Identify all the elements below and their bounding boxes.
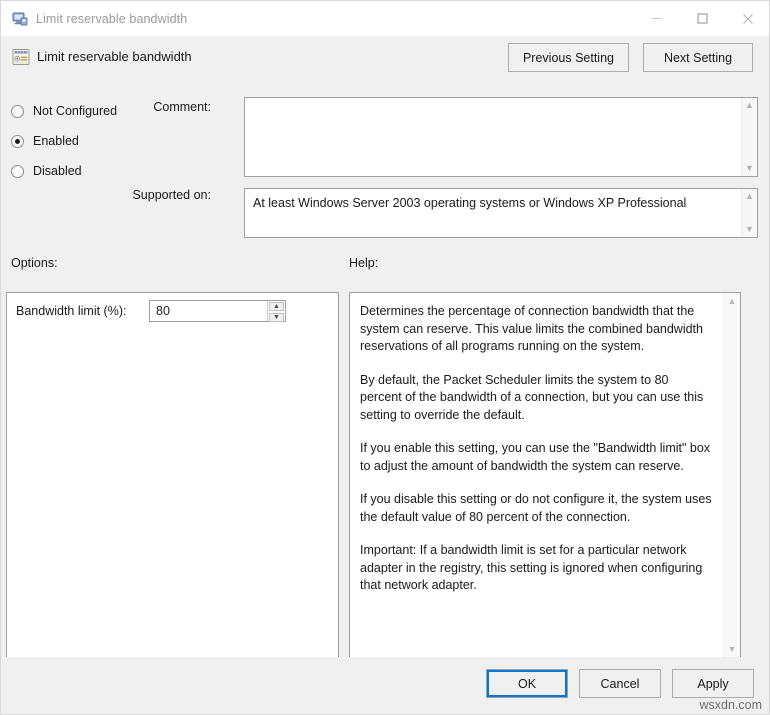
spin-down-icon[interactable]: ▼ <box>269 313 284 322</box>
scroll-up-icon[interactable]: ▲ <box>728 297 737 306</box>
next-setting-button[interactable]: Next Setting <box>643 43 753 72</box>
help-text-content: Determines the percentage of connection … <box>350 293 725 658</box>
dialog-action-buttons: OK Cancel Apply <box>486 669 754 698</box>
scroll-up-icon[interactable]: ▲ <box>745 192 754 201</box>
help-paragraph: If you enable this setting, you can use … <box>360 441 711 473</box>
radio-disabled-label: Disabled <box>33 164 82 178</box>
radio-enabled[interactable]: Enabled <box>11 126 146 156</box>
bandwidth-limit-stepper[interactable]: 80 ▲ ▼ <box>149 300 286 322</box>
scroll-down-icon[interactable]: ▼ <box>745 225 754 234</box>
radio-disabled-indicator[interactable] <box>11 164 24 178</box>
help-paragraph: If you disable this setting or do not co… <box>360 492 712 524</box>
bandwidth-limit-row: Bandwidth limit (%): <box>16 304 126 318</box>
minimize-icon[interactable] <box>633 1 679 36</box>
bandwidth-limit-value[interactable]: 80 <box>150 301 267 321</box>
previous-setting-button[interactable]: Previous Setting <box>507 43 629 72</box>
comment-scrollbar[interactable]: ▲ ▼ <box>741 98 757 176</box>
group-policy-setting-dialog: Limit reservable bandwidth Limit reserva… <box>0 0 770 715</box>
bandwidth-limit-label: Bandwidth limit (%): <box>16 304 127 318</box>
cancel-button[interactable]: Cancel <box>579 669 661 698</box>
scroll-down-icon[interactable]: ▼ <box>745 164 754 173</box>
computer-policy-icon <box>12 11 28 27</box>
watermark: wsxdn.com <box>699 698 762 712</box>
bandwidth-limit-spin-buttons[interactable]: ▲ ▼ <box>267 301 285 322</box>
policy-setting-icon <box>11 47 31 67</box>
comment-value[interactable] <box>245 98 741 176</box>
spin-up-icon[interactable]: ▲ <box>269 302 284 311</box>
help-section-label: Help: <box>349 256 379 270</box>
supported-on-scrollbar[interactable]: ▲ ▼ <box>741 189 757 237</box>
ok-button[interactable]: OK <box>486 669 568 698</box>
radio-disabled[interactable]: Disabled <box>11 156 146 186</box>
help-scrollbar[interactable]: ▲ ▼ <box>723 293 740 658</box>
help-paragraph: Determines the percentage of connection … <box>360 304 703 353</box>
close-icon[interactable] <box>725 1 769 36</box>
options-panel: Bandwidth limit (%): <box>6 292 339 659</box>
supported-on-label: Supported on: <box>132 188 211 202</box>
comment-label: Comment: <box>153 100 211 114</box>
title-bar: Limit reservable bandwidth <box>1 1 769 36</box>
dialog-footer: OK Cancel Apply wsxdn.com <box>1 657 769 714</box>
radio-not-configured-indicator[interactable] <box>11 104 24 118</box>
radio-enabled-label: Enabled <box>33 134 79 148</box>
supported-on-value: At least Windows Server 2003 operating s… <box>253 196 687 210</box>
window-controls <box>633 1 769 36</box>
help-paragraph: Important: If a bandwidth limit is set f… <box>360 543 703 592</box>
maximize-icon[interactable] <box>679 1 725 36</box>
window-title: Limit reservable bandwidth <box>36 11 188 26</box>
help-paragraph: By default, the Packet Scheduler limits … <box>360 372 704 422</box>
setting-header: Limit reservable bandwidth Previous Sett… <box>1 36 769 88</box>
setting-navigation: Previous Setting Next Setting <box>507 43 753 72</box>
comment-field[interactable]: ▲ ▼ <box>244 97 758 177</box>
radio-enabled-indicator[interactable] <box>11 134 24 148</box>
scroll-up-icon[interactable]: ▲ <box>745 101 754 110</box>
help-panel: Determines the percentage of connection … <box>349 292 741 659</box>
supported-on-field: At least Windows Server 2003 operating s… <box>244 188 758 238</box>
scroll-down-icon[interactable]: ▼ <box>728 645 737 654</box>
options-section-label: Options: <box>11 256 58 270</box>
setting-title: Limit reservable bandwidth <box>37 49 192 64</box>
apply-button[interactable]: Apply <box>672 669 754 698</box>
